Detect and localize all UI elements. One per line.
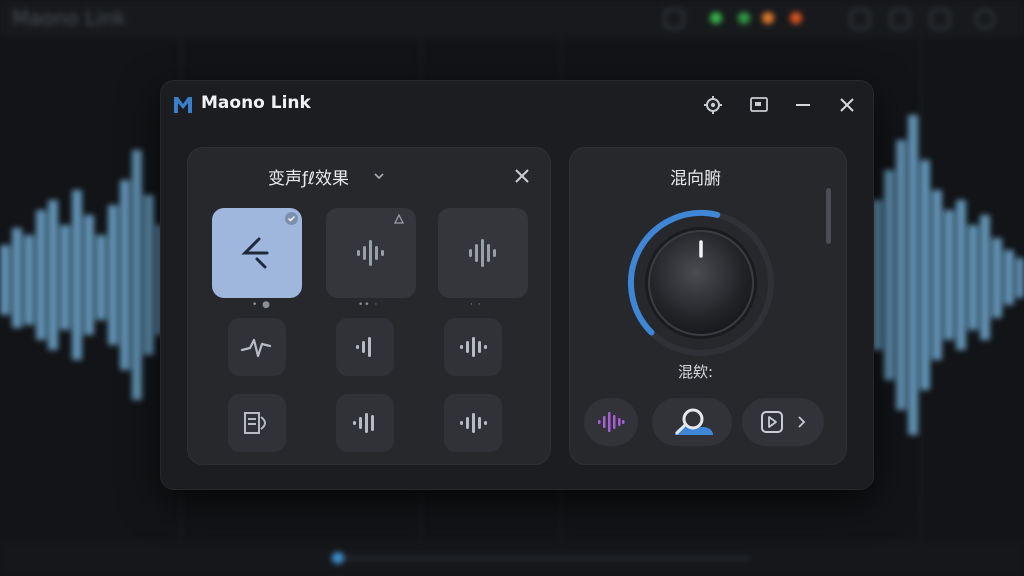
- bg-scrubber: [330, 557, 750, 560]
- voice-effect-panel: 变声ƒℓ效果 • ● •• · · ·: [187, 147, 551, 465]
- play-box-icon: [761, 411, 783, 433]
- preset-2-indicator: •• ·: [358, 300, 379, 310]
- preset-tile-1[interactable]: [212, 208, 302, 298]
- voice-panel-title[interactable]: 变声ƒℓ效果: [268, 164, 349, 189]
- waveform-icon: [353, 413, 374, 433]
- zigzag-icon: [240, 338, 272, 358]
- minimize-icon: [796, 104, 810, 106]
- headset-icon: [675, 408, 713, 435]
- voice-box-icon: [244, 412, 266, 434]
- mix-value-label: 混欸:: [678, 363, 714, 381]
- maono-logo-icon: [174, 97, 192, 113]
- mix-knob-dial: [627, 210, 774, 356]
- preset-tile-8[interactable]: [336, 394, 394, 452]
- mix-panel-scrollbar[interactable]: [826, 188, 831, 244]
- playback-button[interactable]: [742, 398, 824, 446]
- settings-button[interactable]: [701, 93, 725, 117]
- waveform-icon: [460, 337, 487, 357]
- display-button[interactable]: [747, 93, 771, 117]
- preset-tile-5[interactable]: [336, 318, 394, 376]
- mix-panel: 混向腑 混欸:: [569, 147, 847, 465]
- preset-tile-2[interactable]: [326, 208, 416, 298]
- preset-tile-7[interactable]: [228, 394, 286, 452]
- monitor-headset-button[interactable]: [652, 398, 732, 446]
- waveform-icon: [469, 239, 496, 267]
- chevron-right-icon: [798, 416, 806, 428]
- preset-tile-6[interactable]: [444, 318, 502, 376]
- mix-knob[interactable]: [626, 208, 776, 358]
- chevron-down-icon[interactable]: [374, 172, 384, 180]
- selected-check-icon: [285, 212, 298, 225]
- mix-panel-title: 混向腑: [670, 169, 721, 189]
- preset-tile-3[interactable]: [438, 208, 528, 298]
- voice-panel-close-button[interactable]: [510, 164, 534, 188]
- close-icon: [840, 98, 854, 112]
- voice-fx-button[interactable]: [584, 398, 638, 446]
- preset-tile-4[interactable]: [228, 318, 286, 376]
- purple-wave-icon: [598, 412, 625, 432]
- pitch-line-icon: [241, 237, 269, 269]
- waveform-icon: [357, 240, 384, 266]
- preset-1-indicator: • ●: [252, 300, 272, 310]
- preset-3-indicator: · ·: [470, 300, 482, 310]
- maono-link-window: Maono Link 变声ƒℓ效果 • ● •• · · · 混向腑 混欸:: [160, 80, 874, 490]
- app-title: Maono Link: [201, 93, 311, 113]
- close-icon: [515, 169, 529, 183]
- waveform-icon: [460, 413, 487, 433]
- preset-tile-9[interactable]: [444, 394, 502, 452]
- waveform-icon: [356, 337, 371, 357]
- warning-icon: [394, 214, 404, 224]
- bg-playhead: [332, 552, 344, 564]
- screen-icon: [750, 97, 768, 112]
- gear-icon: [704, 96, 722, 114]
- close-window-button[interactable]: [835, 93, 859, 117]
- minimize-button[interactable]: [791, 93, 815, 117]
